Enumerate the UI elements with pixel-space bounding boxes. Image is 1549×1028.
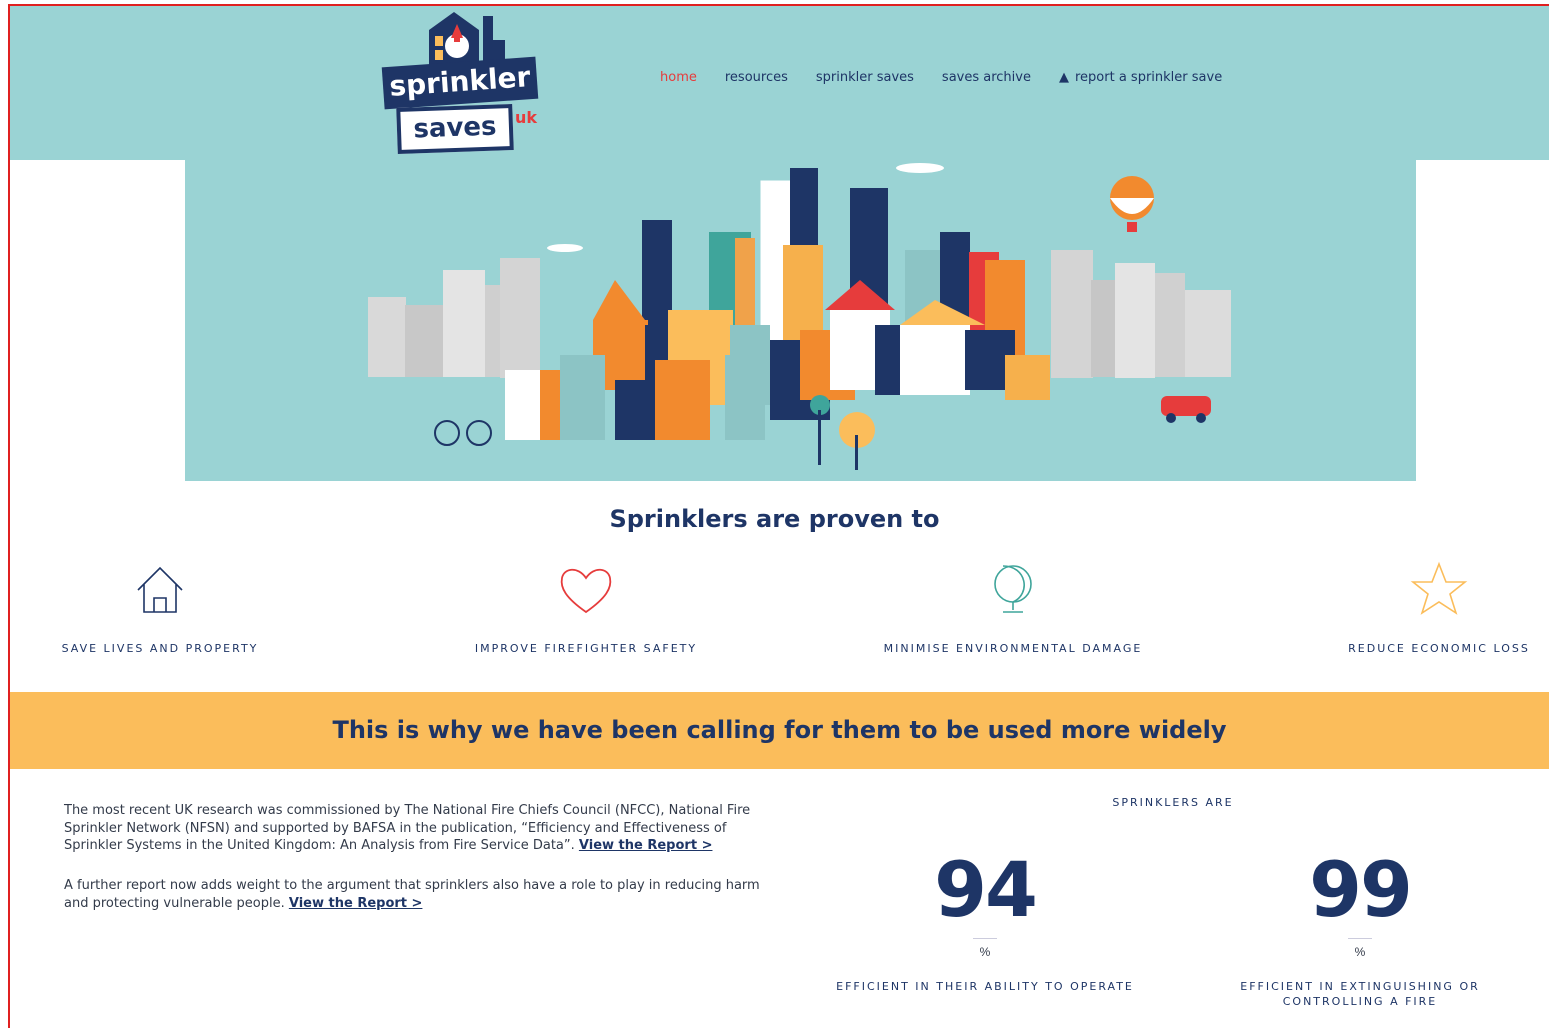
globe-icon: [983, 560, 1043, 620]
stat-divider: [973, 938, 997, 939]
research-paragraph-2: A further report now adds weight to the …: [64, 877, 784, 912]
benefit-label: IMPROVE FIREFIGHTER SAFETY: [474, 642, 698, 655]
nav-report-save-label: report a sprinkler save: [1074, 70, 1223, 85]
benefit-environment: MINIMISE ENVIRONMENTAL DAMAGE: [876, 560, 1150, 655]
benefit-label: SAVE LIVES AND PROPERTY: [61, 642, 259, 655]
benefit-economic-loss: REDUCE ECONOMIC LOSS: [1344, 560, 1534, 655]
why-banner-text: This is why we have been calling for the…: [332, 716, 1227, 744]
frame-top-border: [8, 4, 1549, 6]
stat-value: 94: [934, 845, 1038, 934]
view-report-link-2[interactable]: View the Report >: [289, 896, 423, 911]
stats-heading: SPRINKLERS ARE: [1112, 796, 1234, 809]
frame-left-border: [8, 4, 10, 1028]
nav-report-save[interactable]: ▲ report a sprinkler save: [1059, 70, 1222, 85]
stat-divider: [1348, 938, 1372, 939]
benefit-label: REDUCE ECONOMIC LOSS: [1348, 642, 1530, 655]
city-illustration: [368, 163, 1231, 470]
nav-saves-archive[interactable]: saves archive: [942, 70, 1031, 85]
logo-word-sprinkler: sprinkler: [381, 56, 539, 110]
warning-icon: ▲: [1058, 70, 1069, 85]
logo-word-saves: saves: [396, 103, 514, 155]
stat-description: EFFICIENT IN THEIR ABILITY TO OPERATE: [836, 980, 1134, 993]
nav-home[interactable]: home: [660, 70, 697, 85]
stat-unit: %: [979, 945, 991, 959]
benefit-firefighter-safety: IMPROVE FIREFIGHTER SAFETY: [470, 560, 702, 655]
stat-value: 99: [1309, 845, 1413, 934]
site-logo[interactable]: sprinkler saves uk: [381, 10, 543, 155]
view-report-link-1[interactable]: View the Report >: [579, 838, 713, 853]
stat-operate: 94 % EFFICIENT IN THEIR ABILITY TO OPERA…: [820, 850, 1150, 994]
stat-unit: %: [1354, 945, 1366, 959]
why-banner: This is why we have been calling for the…: [10, 692, 1549, 769]
nav-resources[interactable]: resources: [725, 70, 788, 85]
research-paragraph-1: The most recent UK research was commissi…: [64, 802, 784, 855]
heart-icon: [556, 560, 616, 620]
benefit-save-lives: SAVE LIVES AND PROPERTY: [56, 560, 264, 655]
house-icon: [130, 560, 190, 620]
main-nav: home resources sprinkler saves saves arc…: [660, 70, 1222, 85]
proven-heading: Sprinklers are proven to: [609, 505, 940, 533]
hero-city-illustration: [185, 160, 1416, 481]
stat-description: EFFICIENT IN EXTINGUISHING OR CONTROLLIN…: [1240, 980, 1480, 1008]
star-icon: [1409, 560, 1469, 620]
nav-sprinkler-saves[interactable]: sprinkler saves: [816, 70, 914, 85]
logo-suffix-uk: uk: [515, 108, 538, 127]
stat-extinguish: 99 % EFFICIENT IN EXTINGUISHING OR CONTR…: [1230, 850, 1490, 1009]
benefit-label: MINIMISE ENVIRONMENTAL DAMAGE: [883, 642, 1143, 655]
